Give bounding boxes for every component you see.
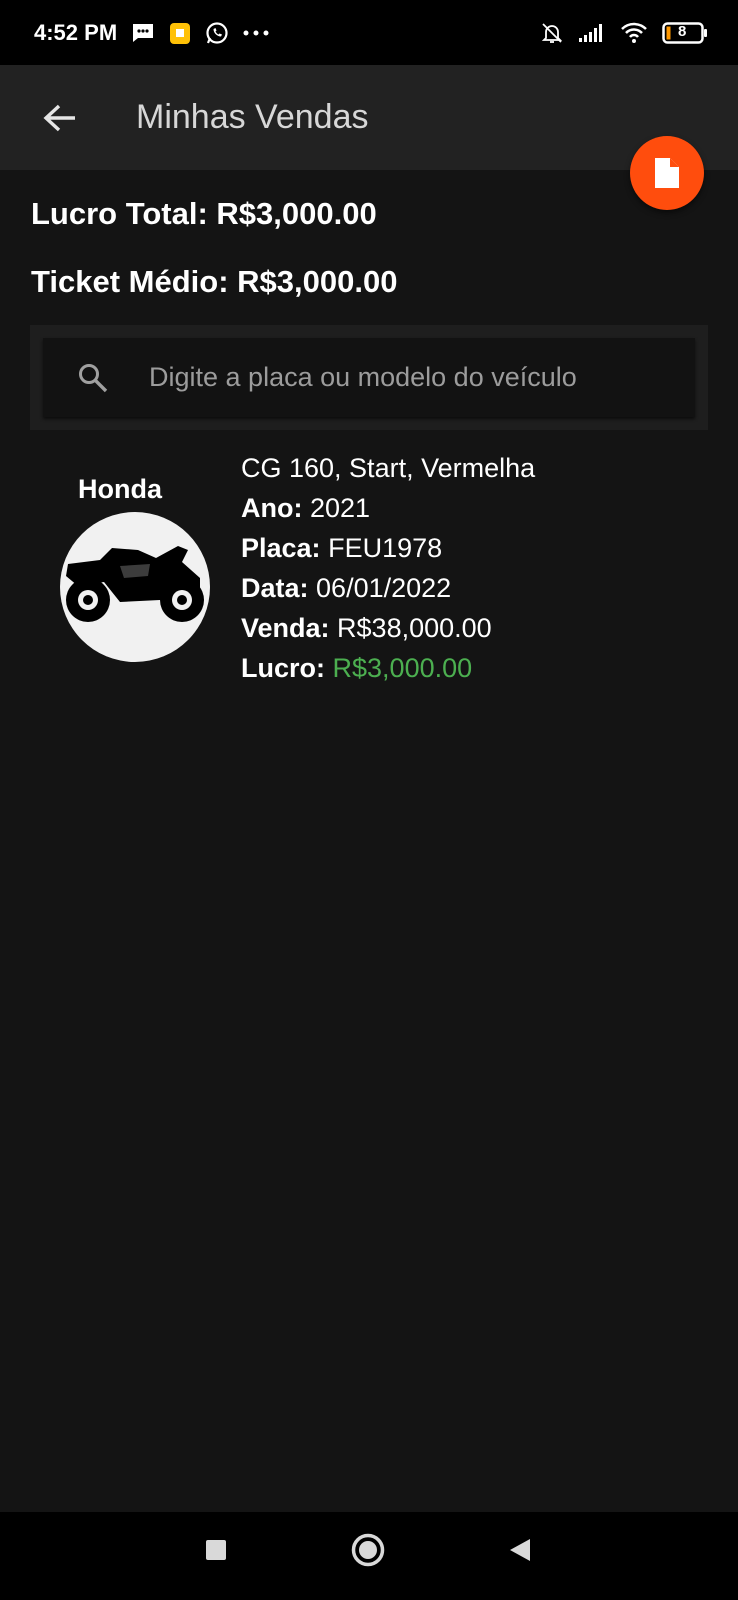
battery-icon: 8 xyxy=(662,21,708,44)
year-label: Ano: xyxy=(241,493,303,523)
sale-label: Venda: xyxy=(241,613,330,643)
search-box[interactable] xyxy=(43,338,695,417)
more-dots-icon xyxy=(243,29,269,37)
app-bar: Minhas Vendas xyxy=(0,65,738,170)
date-row: Data: 06/01/2022 xyxy=(241,568,535,608)
date-value: 06/01/2022 xyxy=(316,573,452,603)
profit-value: R$3,000.00 xyxy=(332,653,473,683)
profit-label: Lucro: xyxy=(241,653,325,683)
system-nav-bar xyxy=(0,1512,738,1600)
average-ticket-text: Ticket Médio: R$3,000.00 xyxy=(31,264,398,299)
bell-off-icon xyxy=(540,21,564,45)
status-bar-left: 4:52 PM xyxy=(34,20,269,46)
recents-square-icon[interactable] xyxy=(204,1538,228,1562)
app-notification-icon xyxy=(169,21,191,45)
sale-details: CG 160, Start, Vermelha Ano: 2021 Placa:… xyxy=(241,448,535,688)
page-title: Minhas Vendas xyxy=(136,98,369,136)
status-time: 4:52 PM xyxy=(34,19,118,45)
search-icon xyxy=(75,360,111,396)
status-bar: 4:52 PM 8 xyxy=(0,0,738,65)
document-icon xyxy=(655,158,679,188)
back-button[interactable] xyxy=(32,90,88,146)
year-row: Ano: 2021 xyxy=(241,488,535,528)
wifi-icon xyxy=(620,22,648,44)
search-input[interactable] xyxy=(147,361,601,394)
back-triangle-icon[interactable] xyxy=(508,1538,532,1562)
status-bar-right: 8 xyxy=(540,21,708,45)
signal-icon xyxy=(578,23,606,43)
search-container xyxy=(30,325,708,430)
arrow-left-icon xyxy=(43,104,75,131)
total-profit-text: Lucro Total: R$3,000.00 xyxy=(31,196,377,231)
battery-level: 8 xyxy=(678,22,687,40)
message-icon xyxy=(131,22,155,44)
year-value: 2021 xyxy=(310,493,371,523)
sale-row: Venda: R$38,000.00 xyxy=(241,608,535,648)
vehicle-model: CG 160, Start, Vermelha xyxy=(241,453,536,483)
motorcycle-image xyxy=(60,512,210,662)
whatsapp-icon xyxy=(205,21,229,45)
plate-row: Placa: FEU1978 xyxy=(241,528,535,568)
report-fab-button[interactable] xyxy=(630,136,704,210)
motorcycle-icon xyxy=(66,546,204,622)
plate-label: Placa: xyxy=(241,533,321,563)
list-item[interactable]: Honda CG 160, Start, Vermelha Ano: 2021 … xyxy=(30,440,708,690)
brand-label: Honda xyxy=(78,474,162,504)
date-label: Data: xyxy=(241,573,309,603)
plate-value: FEU1978 xyxy=(328,533,443,563)
sale-value: R$38,000.00 xyxy=(337,613,492,643)
home-circle-icon[interactable] xyxy=(350,1532,386,1568)
profit-row: Lucro: R$3,000.00 xyxy=(241,648,535,688)
